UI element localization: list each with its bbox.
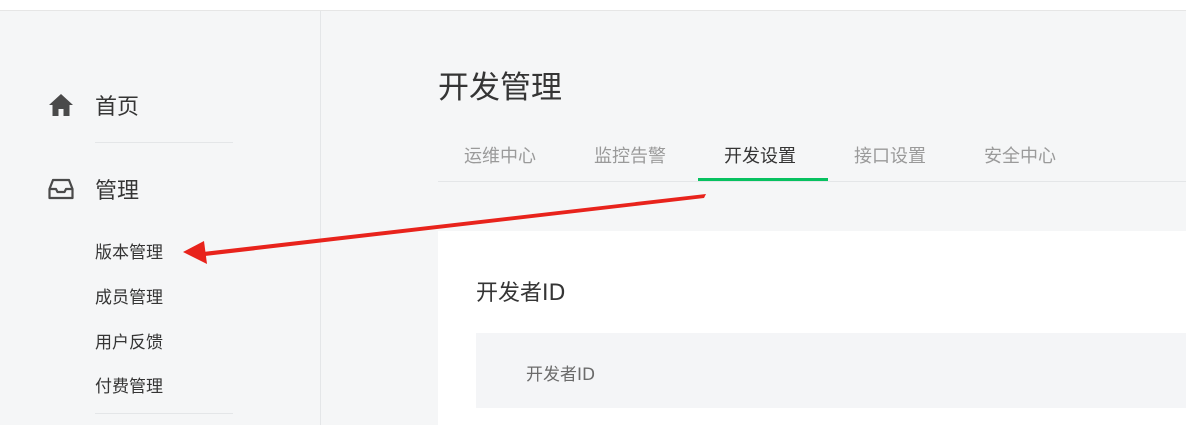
field-label: 开发者ID [526,365,596,385]
sidebar-subitem-version[interactable]: 版本管理 [95,238,163,263]
sidebar-item-label: 管理 [95,179,140,204]
sidebar-item-manage[interactable]: 管理 [48,173,139,205]
active-tab-indicator [698,178,828,181]
sidebar-item-label: 首页 [95,95,140,120]
tab-monitoring-alerts[interactable]: 监控告警 [594,142,666,168]
tab-dev-settings[interactable]: 开发设置 [724,142,796,168]
sidebar-subitem-feedback[interactable]: 用户反馈 [95,328,163,353]
sidebar: 首页 管理 版本管理 成员管理 用户反馈 付费管理 [0,11,321,425]
sidebar-subitem-payment[interactable]: 付费管理 [95,372,163,397]
tab-security-center[interactable]: 安全中心 [984,142,1056,168]
developer-id-panel: 开发者ID 开发者ID [438,231,1186,425]
sidebar-divider [95,413,233,414]
inbox-icon [48,175,76,203]
tab-bar: 运维中心 监控告警 开发设置 接口设置 安全中心 [438,128,1186,182]
home-icon [48,91,76,119]
section-title: 开发者ID [476,281,566,306]
top-bar [0,0,1186,11]
developer-id-field: 开发者ID [476,333,1186,408]
sidebar-divider [95,142,233,143]
tab-ops-center[interactable]: 运维中心 [464,142,536,168]
tab-api-settings[interactable]: 接口设置 [854,142,926,168]
sidebar-item-home[interactable]: 首页 [48,89,139,121]
page-title: 开发管理 [438,70,562,106]
sidebar-subitem-members[interactable]: 成员管理 [95,283,163,308]
